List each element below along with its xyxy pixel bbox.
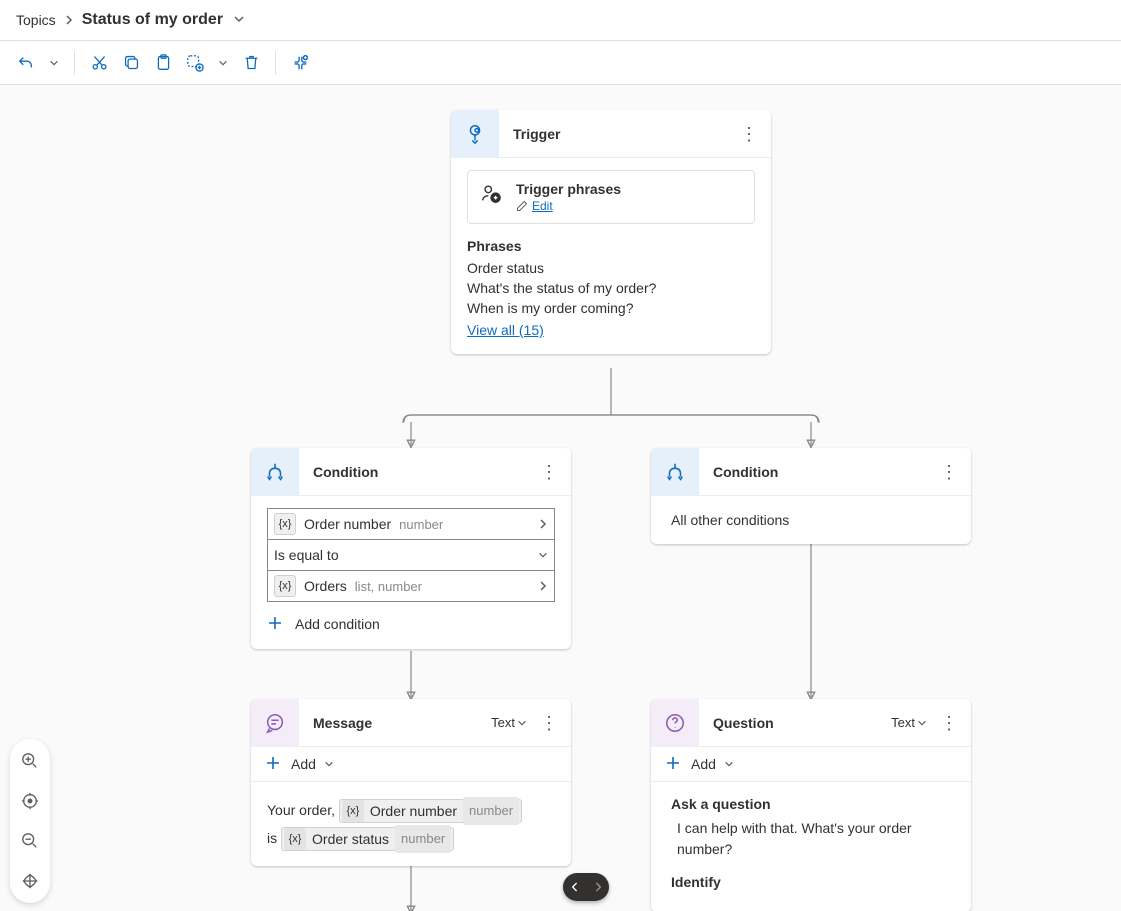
variable-chip[interactable]: {x} Order status number	[281, 827, 454, 851]
undo-button[interactable]	[12, 49, 40, 77]
variable-name: Order number	[304, 516, 391, 532]
operator-selector[interactable]: Is equal to	[267, 539, 555, 571]
prev-variation-button[interactable]	[571, 880, 579, 895]
chevron-right-icon	[64, 12, 74, 28]
operator-label: Is equal to	[274, 547, 339, 563]
more-icon[interactable]: ⋮	[539, 714, 559, 732]
breadcrumb-root[interactable]: Topics	[16, 12, 56, 28]
phrase-item: Order status	[467, 258, 755, 278]
plus-icon	[267, 615, 285, 633]
node-header: Trigger ⋮	[451, 110, 771, 158]
node-title: Condition	[713, 464, 939, 480]
toolbar	[0, 41, 1121, 85]
question-type-dropdown[interactable]: Text	[891, 715, 927, 730]
node-title: Trigger	[513, 126, 739, 142]
phrase-item: When is my order coming?	[467, 298, 755, 318]
add-label: Add	[291, 756, 316, 772]
edit-link[interactable]: Edit	[516, 199, 742, 213]
canvas[interactable]: Trigger ⋮ Trigger phrases Edit Phrases O…	[0, 85, 1121, 911]
view-all-link[interactable]: View all (15)	[467, 322, 544, 338]
condition-icon	[651, 448, 699, 496]
more-icon[interactable]: ⋮	[939, 463, 959, 481]
add-node-button[interactable]	[181, 49, 209, 77]
zoom-palette	[10, 739, 50, 903]
breadcrumb-current[interactable]: Status of my order	[82, 11, 223, 29]
breadcrumb: Topics Status of my order	[0, 0, 1121, 41]
fit-button[interactable]	[16, 867, 44, 895]
question-node[interactable]: Question Text ⋮ Add Ask a question I can…	[651, 699, 971, 911]
other-conditions-label: All other conditions	[651, 496, 971, 544]
separator	[275, 51, 276, 75]
identify-label: Identify	[671, 874, 951, 890]
add-variation-button[interactable]: Add	[651, 747, 971, 782]
variable-icon: {x}	[284, 828, 306, 850]
trigger-phrases-title: Trigger phrases	[516, 181, 742, 197]
node-header: Condition ⋮	[651, 448, 971, 496]
message-text[interactable]: Your order, {x} Order number number is {…	[251, 782, 571, 866]
variable-icon: {x}	[274, 575, 296, 597]
message-node[interactable]: Message Text ⋮ Add Your order, {x} Order…	[251, 699, 571, 866]
variable-name: Orders	[304, 578, 347, 594]
chevron-down-icon	[538, 547, 548, 563]
node-header: Condition ⋮	[251, 448, 571, 496]
variation-nav-pill[interactable]	[563, 873, 609, 901]
variable-chip[interactable]: {x} Order number number	[339, 799, 522, 823]
add-condition-label: Add condition	[295, 616, 380, 632]
node-title: Message	[313, 715, 491, 731]
variable-type: list, number	[355, 579, 422, 594]
cut-button[interactable]	[85, 49, 113, 77]
plus-icon	[665, 755, 683, 773]
message-icon	[251, 699, 299, 747]
recenter-button[interactable]	[16, 787, 44, 815]
add-condition-button[interactable]: Add condition	[267, 615, 555, 633]
variable-icon: {x}	[274, 513, 296, 535]
paste-button[interactable]	[149, 49, 177, 77]
trigger-phrases-box[interactable]: Trigger phrases Edit	[467, 170, 755, 224]
phrase-item: What's the status of my order?	[467, 278, 755, 298]
phrases-label: Phrases	[467, 238, 755, 254]
add-label: Add	[691, 756, 716, 772]
variable-selector[interactable]: {x} Order number number	[267, 508, 555, 540]
chevron-down-icon	[724, 759, 734, 769]
separator	[74, 51, 75, 75]
chevron-down-icon[interactable]	[233, 12, 245, 28]
message-type-dropdown[interactable]: Text	[491, 715, 527, 730]
variables-button[interactable]	[286, 49, 314, 77]
chevron-right-icon	[538, 516, 548, 532]
more-icon[interactable]: ⋮	[939, 714, 959, 732]
variable-selector[interactable]: {x} Orders list, number	[267, 570, 555, 602]
node-title: Condition	[313, 464, 539, 480]
delete-button[interactable]	[237, 49, 265, 77]
question-icon	[651, 699, 699, 747]
person-chat-icon	[480, 183, 504, 208]
node-header: Message Text ⋮	[251, 699, 571, 747]
condition-icon	[251, 448, 299, 496]
next-variation-button[interactable]	[594, 880, 602, 895]
chevron-right-icon	[538, 578, 548, 594]
condition-node[interactable]: Condition ⋮ {x} Order number number Is e…	[251, 448, 571, 649]
more-icon[interactable]: ⋮	[539, 463, 559, 481]
add-variation-button[interactable]: Add	[251, 747, 571, 782]
condition-node[interactable]: Condition ⋮ All other conditions	[651, 448, 971, 544]
ask-question-label: Ask a question	[671, 796, 951, 812]
node-title: Question	[713, 715, 891, 731]
zoom-in-button[interactable]	[16, 747, 44, 775]
node-header: Question Text ⋮	[651, 699, 971, 747]
chevron-down-icon	[324, 759, 334, 769]
more-icon[interactable]: ⋮	[739, 125, 759, 143]
trigger-node[interactable]: Trigger ⋮ Trigger phrases Edit Phrases O…	[451, 110, 771, 354]
plus-icon	[265, 755, 283, 773]
trigger-icon	[451, 110, 499, 158]
undo-history-dropdown[interactable]	[44, 49, 64, 77]
copy-button[interactable]	[117, 49, 145, 77]
variable-type: number	[399, 517, 443, 532]
variable-icon: {x}	[342, 800, 364, 822]
add-node-dropdown[interactable]	[213, 49, 233, 77]
question-text[interactable]: I can help with that. What's your order …	[677, 818, 951, 860]
zoom-out-button[interactable]	[16, 827, 44, 855]
